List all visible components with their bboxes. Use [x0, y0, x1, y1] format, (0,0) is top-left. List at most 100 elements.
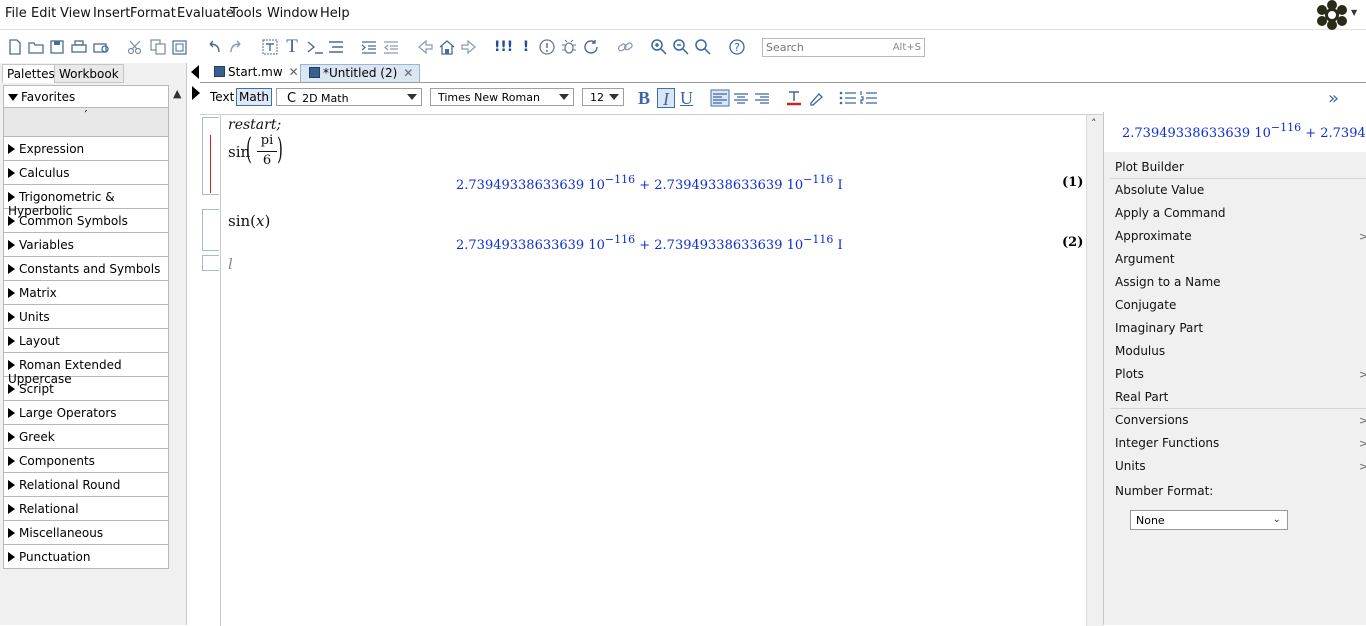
prime-symbol[interactable]: ′	[85, 108, 88, 122]
undo-icon[interactable]	[205, 38, 223, 56]
palette-item[interactable]: Units	[3, 305, 169, 329]
bullet-list-icon[interactable]	[838, 89, 858, 107]
palette-item[interactable]: Matrix	[3, 281, 169, 305]
input-sin-x[interactable]: sin(x)	[228, 212, 270, 230]
tab-workbook[interactable]: Workbook	[54, 64, 124, 83]
palette-item[interactable]: Punctuation	[3, 545, 169, 569]
link-icon[interactable]	[616, 38, 634, 56]
context-menu-item[interactable]: Assign to a Name	[1115, 275, 1221, 289]
worksheet[interactable]: restart; sin ( pi 6 ) 2.73949338633639 1…	[200, 114, 1103, 626]
text-icon[interactable]: T	[283, 37, 301, 56]
menu-evaluate[interactable]: Evaluate	[177, 6, 234, 21]
debug-icon[interactable]	[560, 38, 578, 56]
zoom-in-icon[interactable]	[650, 38, 668, 56]
bold-button[interactable]: B	[638, 88, 650, 108]
restart-icon[interactable]	[582, 38, 600, 56]
context-menu-item[interactable]: Conjugate	[1115, 298, 1176, 312]
prompt-icon[interactable]	[306, 38, 324, 56]
scroll-up-icon[interactable]: ▲	[173, 87, 181, 100]
menu-file[interactable]: File	[5, 6, 27, 21]
palette-item[interactable]: Calculus	[3, 161, 169, 185]
palette-item[interactable]: Relational Round	[3, 473, 169, 497]
context-menu-item[interactable]: Imaginary Part	[1115, 321, 1203, 335]
align-center-icon[interactable]	[731, 89, 751, 107]
section-icon[interactable]	[327, 38, 345, 56]
math-mode-select[interactable]: C 2D Math	[276, 88, 422, 106]
execution-group-bracket[interactable]	[202, 209, 219, 251]
equation-label-1[interactable]: (1)	[1062, 175, 1083, 190]
context-menu-item[interactable]: Approximate	[1115, 229, 1192, 243]
zoom-out-icon[interactable]	[672, 38, 690, 56]
align-right-icon[interactable]	[752, 89, 772, 107]
empty-input-caret[interactable]: l	[228, 255, 233, 273]
input-restart[interactable]: restart;	[228, 117, 281, 133]
interrupt-icon[interactable]	[538, 38, 556, 56]
print-icon[interactable]	[70, 38, 88, 56]
home-icon[interactable]	[438, 38, 456, 56]
tab-start-mw[interactable]: Start.mw ✕	[206, 64, 305, 82]
context-menu-item[interactable]: Integer Functions	[1115, 436, 1219, 450]
collapse-left-panel-icon[interactable]	[191, 65, 199, 79]
save-icon[interactable]	[48, 38, 66, 56]
context-menu-item[interactable]: Real Part	[1115, 390, 1168, 404]
context-menu-item[interactable]: Conversions	[1115, 413, 1189, 427]
font-select[interactable]: Times New Roman	[430, 88, 574, 106]
menu-help[interactable]: Help	[320, 6, 350, 21]
tab-untitled-2[interactable]: *Untitled (2) ✕	[300, 64, 421, 82]
italic-button[interactable]: I	[657, 88, 675, 109]
palette-item[interactable]: Layout	[3, 329, 169, 353]
context-menu-item[interactable]: Argument	[1115, 252, 1175, 266]
palette-item[interactable]: Miscellaneous	[3, 521, 169, 545]
text-color-icon[interactable]	[784, 89, 804, 107]
scroll-up-icon[interactable]: ˄	[1091, 117, 1097, 130]
context-menu-item[interactable]: Plot Builder	[1115, 160, 1184, 174]
palette-scrollbar[interactable]: ▲	[170, 85, 186, 625]
new-icon[interactable]	[6, 38, 24, 56]
palette-item[interactable]: Components	[3, 449, 169, 473]
highlight-icon[interactable]	[806, 89, 826, 107]
menu-edit[interactable]: Edit	[31, 6, 56, 21]
palette-item[interactable]: Variables	[3, 233, 169, 257]
font-size-select[interactable]: 12	[582, 88, 624, 106]
palette-item[interactable]: Expression	[3, 137, 169, 161]
align-left-icon[interactable]	[710, 89, 730, 107]
paste-icon[interactable]	[171, 38, 189, 56]
palette-item[interactable]: Roman Extended Uppercase	[3, 353, 169, 386]
logo-caret-icon[interactable]: ▼	[1351, 8, 1357, 17]
tab-palettes[interactable]: Palettes	[2, 64, 60, 83]
maple-leaf-logo-icon[interactable]	[1314, 0, 1350, 30]
worksheet-scrollbar[interactable]: ˄	[1086, 115, 1103, 626]
context-menu-item[interactable]: Plots	[1115, 367, 1144, 381]
favorites-content[interactable]: ′	[3, 108, 169, 137]
execute-icon[interactable]: !	[517, 38, 535, 56]
menu-view[interactable]: View	[60, 6, 91, 21]
indent-icon[interactable]	[360, 38, 378, 56]
redo-icon[interactable]	[227, 38, 245, 56]
palette-favorites[interactable]: Favorites	[3, 85, 169, 108]
context-menu-item[interactable]: Modulus	[1115, 344, 1165, 358]
open-icon[interactable]	[27, 38, 45, 56]
search-input[interactable]: Search Alt+S	[762, 38, 925, 57]
help-icon[interactable]: ?	[728, 38, 746, 56]
context-menu-item[interactable]: Apply a Command	[1115, 206, 1226, 220]
number-format-select[interactable]: None ⌄	[1130, 510, 1288, 530]
palette-item[interactable]: Constants and Symbols	[3, 257, 169, 281]
palette-item[interactable]: Large Operators	[3, 401, 169, 425]
menu-tools[interactable]: Tools	[230, 6, 262, 21]
cut-icon[interactable]	[126, 38, 144, 56]
context-menu-item[interactable]: Absolute Value	[1115, 183, 1204, 197]
expand-right-icon[interactable]	[192, 86, 200, 100]
back-icon[interactable]	[416, 38, 434, 56]
close-icon[interactable]: ✕	[403, 66, 413, 80]
equation-label-2[interactable]: (2)	[1062, 235, 1083, 250]
palette-item[interactable]: Greek	[3, 425, 169, 449]
execute-all-icon[interactable]: !!!	[494, 38, 513, 56]
print-preview-icon[interactable]	[92, 38, 110, 56]
menu-insert[interactable]: Insert	[93, 6, 130, 21]
palette-item[interactable]: Trigonometric & Hyperbolic	[3, 185, 169, 218]
zoom-reset-icon[interactable]	[694, 38, 712, 56]
text-mode-button[interactable]: Text	[210, 90, 234, 104]
context-menu-item[interactable]: Units	[1115, 459, 1146, 473]
close-icon[interactable]: ✕	[289, 65, 299, 79]
menu-window[interactable]: Window	[267, 6, 318, 21]
